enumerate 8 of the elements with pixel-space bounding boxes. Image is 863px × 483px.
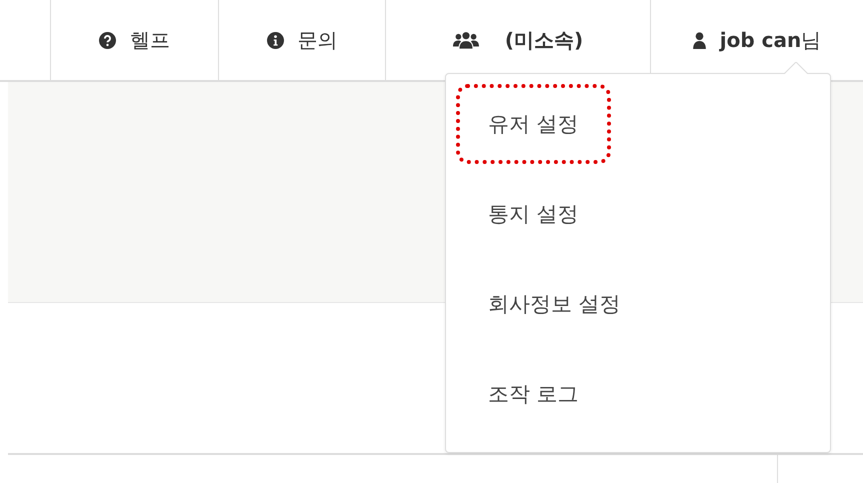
info-icon: [266, 32, 284, 48]
menu-item[interactable]: 조작 로그: [456, 354, 611, 434]
user-icon: [692, 32, 706, 48]
users-icon: [452, 30, 479, 50]
menu-item[interactable]: 통지 설정: [456, 174, 611, 254]
menu-item[interactable]: 회사정보 설정: [456, 264, 653, 344]
question-icon: [99, 32, 116, 48]
menu-item[interactable]: 유저 설정: [456, 84, 611, 164]
